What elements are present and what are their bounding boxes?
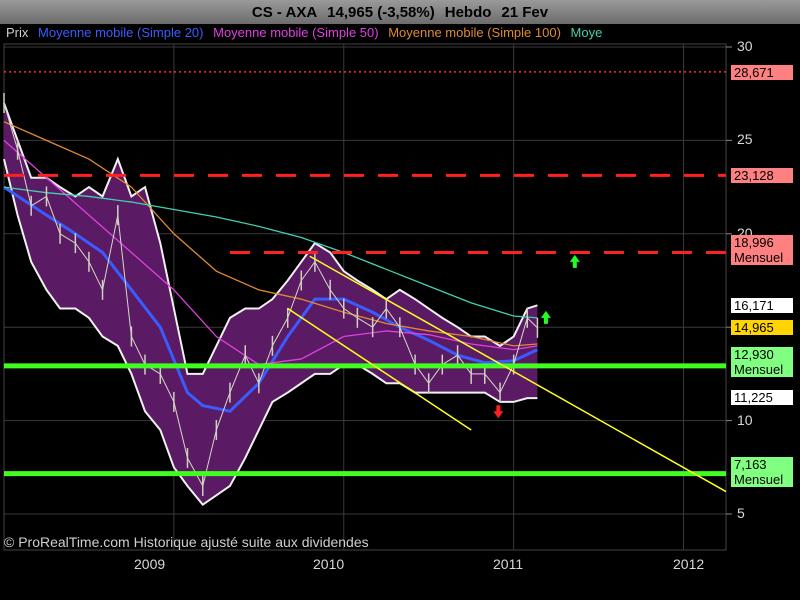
price-label-value: 28,671 [734,65,774,80]
x-tick-label: 2012 [673,556,705,572]
y-tick-label: 10 [737,412,753,428]
price-label-support-monthly: 12,930 Mensuel [731,347,793,377]
price-label-value: 7,163 [734,457,767,472]
x-tick-label: 2010 [313,556,345,572]
chart-header: CS - AXA 14,965 (-3,58%) Hebdo 21 Fev [0,0,800,24]
price-label-value: 16,171 [734,298,774,313]
legend-item-sma50: Moyenne mobile (Simple 50) [213,25,379,40]
y-tick-label: 5 [737,505,745,521]
price-label-value: 14,965 [734,320,774,335]
arrow-up-icon [540,310,551,324]
chart-legend: Prix Moyenne mobile (Simple 20) Moyenne … [0,24,726,44]
y-tick-label: 30 [737,38,753,54]
price-label-value: 12,930 [734,347,774,362]
last-price: 14,965 (-3,58%) [327,3,435,21]
price-label-low: 11,225 [731,390,793,405]
legend-item-sma20: Moyenne mobile (Simple 20) [38,25,204,40]
price-label-sub: Mensuel [734,362,784,377]
band-area [4,103,538,505]
arrow-up-icon [569,254,580,268]
price-label-resistance: 23,128 [731,168,793,183]
y-tick-label: 25 [737,131,753,147]
date-label: 21 Fev [501,3,549,21]
price-label-resistance-top: 28,671 [731,65,793,80]
x-tick-label: 2011 [493,556,524,572]
legend-item-extra: Moye [570,25,603,40]
price-label-value: 11,225 [734,390,773,405]
arrow-down-icon [493,405,504,419]
legend-item-sma100: Moyenne mobile (Simple 100) [388,25,561,40]
period-label: Hebdo [444,3,492,21]
price-label-high: 16,171 [731,298,793,313]
price-chart[interactable] [0,24,800,600]
price-label-last: 14,965 [731,320,793,335]
price-label-value: 18,996 [734,235,774,250]
price-label-resistance-monthly: 18,996 Mensuel [731,235,793,265]
credits-text: © ProRealTime.com Historique ajusté suit… [4,534,369,550]
price-label-sub: Mensuel [734,250,784,265]
x-tick-label: 2009 [134,556,166,572]
symbol-title: CS - AXA [251,3,318,21]
price-label-value: 23,128 [734,168,774,183]
legend-item-price: Prix [6,25,29,40]
price-label-sub: Mensuel [734,472,784,487]
price-label-support-monthly-low: 7,163 Mensuel [731,457,793,487]
